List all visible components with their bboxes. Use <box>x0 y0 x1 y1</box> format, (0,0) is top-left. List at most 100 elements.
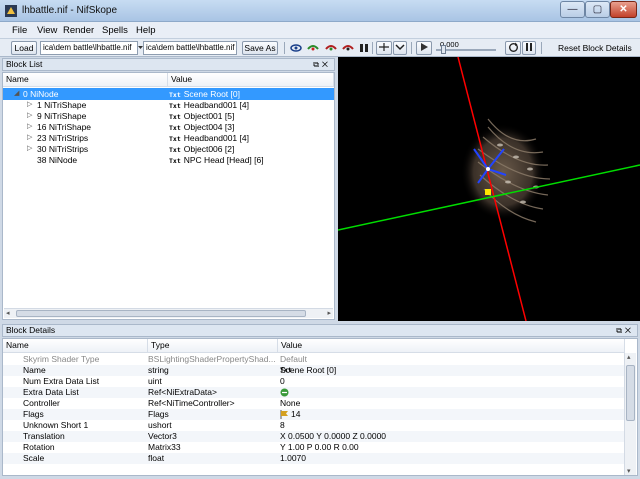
loop-icon <box>508 42 518 52</box>
load-button[interactable]: Load <box>11 41 37 55</box>
detail-value-text: 8 <box>280 420 285 430</box>
walk-mode-icon[interactable] <box>359 42 369 54</box>
close-button[interactable]: ✕ <box>610 1 637 18</box>
save-as-button[interactable]: Save As <box>242 41 278 55</box>
link-icon[interactable] <box>280 388 289 397</box>
detail-row[interactable]: Scale float 1.0070 <box>3 453 625 464</box>
toolbar-separator <box>372 42 373 54</box>
detail-value[interactable] <box>280 387 289 398</box>
dock-float-close-icon[interactable]: ⧉✕ <box>313 59 331 70</box>
detail-value-text: X 0.0500 Y 0.0000 Z 0.0000 <box>280 431 387 441</box>
detail-name: Rotation <box>23 442 55 452</box>
node-origin-marker <box>486 167 490 171</box>
detail-value[interactable]: 8 <box>280 420 285 431</box>
reset-block-details-button[interactable]: Reset Block Details <box>558 43 632 53</box>
detail-row[interactable]: Flags Flags 14 <box>3 409 625 420</box>
view-side-icon[interactable] <box>307 42 319 54</box>
detail-name: Skyrim Shader Type <box>23 354 100 364</box>
detail-row[interactable]: Rotation Matrix33 Y 1.00 P 0.00 R 0.00 <box>3 442 625 453</box>
detail-value[interactable]: Default <box>280 354 307 365</box>
save-path-input[interactable]: ica\dem battle\lhbattle.nif <box>143 41 237 55</box>
column-header-value[interactable]: Value <box>168 73 334 87</box>
block-value-text: Object004 [3] <box>183 122 235 132</box>
selected-node-marker[interactable] <box>485 189 491 195</box>
block-name: 38 NiNode <box>37 155 78 165</box>
detail-value[interactable]: None <box>280 398 300 409</box>
scroll-right-icon[interactable]: ▸ <box>327 309 331 317</box>
column-header-type[interactable]: Type <box>148 339 278 353</box>
block-value-text: NPC Head [Head] [6] <box>183 155 264 165</box>
string-type-icon: Txt <box>169 157 181 165</box>
string-type-icon: Txt <box>169 124 181 132</box>
detail-value[interactable]: 0 <box>280 376 285 387</box>
detail-row[interactable]: Name string Txt Scene Root [0] <box>3 365 625 376</box>
load-path-input[interactable]: ica\dem battle\lhbattle.nif <box>40 41 138 55</box>
detail-value-text: Y 1.00 P 0.00 R 0.00 <box>280 442 359 452</box>
loop-button[interactable] <box>505 41 521 55</box>
maximize-button[interactable]: ▢ <box>585 1 610 18</box>
string-type-icon: Txt <box>169 113 181 121</box>
detail-type: ushort <box>148 420 172 430</box>
column-header-name[interactable]: Name <box>3 73 168 87</box>
scroll-thumb[interactable] <box>16 310 306 317</box>
view-front-icon[interactable] <box>290 42 302 54</box>
horizontal-scrollbar[interactable]: ◂ ▸ <box>4 308 333 318</box>
scroll-down-icon[interactable]: ▾ <box>627 467 631 475</box>
detail-type: Flags <box>148 409 169 419</box>
pause-bars-icon <box>526 43 532 51</box>
detail-value[interactable]: X 0.0500 Y 0.0000 Z 0.0000 <box>280 431 386 442</box>
block-list-tree[interactable]: Name Value ◢ 0 NiNode Txt Scene Root [0] ▷ 1 … <box>2 72 335 320</box>
string-type-icon: Txt <box>169 102 181 110</box>
detail-type: Vector3 <box>148 431 177 441</box>
detail-type: uint <box>148 376 162 386</box>
block-details-title: Block Details <box>6 325 56 335</box>
column-header-name[interactable]: Name <box>3 339 148 353</box>
detail-value[interactable]: Txt Scene Root [0] <box>280 365 336 376</box>
minimize-button[interactable]: — <box>560 1 585 18</box>
string-type-icon: Txt <box>169 146 181 154</box>
chevron-down-icon <box>395 44 405 51</box>
detail-value-text: None <box>280 398 301 408</box>
window-title: lhbattle.nif - NifSkope <box>22 5 118 16</box>
scroll-up-icon[interactable]: ▴ <box>627 353 631 361</box>
detail-type: string <box>148 365 169 375</box>
menu-view[interactable]: View <box>37 25 57 36</box>
block-details-table[interactable]: Name Type Value Skyrim Shader Type BSLigh… <box>2 338 638 476</box>
detail-value[interactable]: Y 1.00 P 0.00 R 0.00 <box>280 442 359 453</box>
flags-icon[interactable] <box>280 410 289 420</box>
detail-type: BSLightingShaderPropertyShad... <box>148 354 276 364</box>
menu-file[interactable]: File <box>12 25 27 36</box>
view-top-icon[interactable] <box>325 42 337 54</box>
nifskope-app-icon <box>5 5 17 17</box>
block-list-header: Block List ⧉✕ <box>2 58 335 71</box>
detail-name: Translation <box>23 431 65 441</box>
render-options-button[interactable] <box>393 41 407 55</box>
column-header-value[interactable]: Value <box>278 339 625 353</box>
detail-row[interactable]: Skyrim Shader Type BSLightingShaderProper… <box>3 354 625 365</box>
detail-value[interactable]: 1.0070 <box>280 453 306 464</box>
menu-help[interactable]: Help <box>136 25 156 36</box>
detail-name: Unknown Short 1 <box>23 420 89 430</box>
detail-row[interactable]: Translation Vector3 X 0.0500 Y 0.0000 Z 0.… <box>3 431 625 442</box>
block-list-row[interactable]: 38 NiNode Txt NPC Head [Head] [6] <box>3 154 334 166</box>
detail-row[interactable]: Controller Ref<NiTimeController> None <box>3 398 625 409</box>
scroll-thumb[interactable] <box>626 365 635 421</box>
detail-value[interactable]: 14 <box>280 409 300 420</box>
axes-menu-button[interactable] <box>376 41 392 55</box>
vertical-scrollbar[interactable]: ▴ ▾ <box>624 353 636 475</box>
play-button[interactable] <box>416 41 432 55</box>
dock-float-close-icon[interactable]: ⧉✕ <box>616 325 634 336</box>
scroll-left-icon[interactable]: ◂ <box>6 309 10 317</box>
3d-viewport[interactable] <box>338 57 640 321</box>
detail-type: float <box>148 453 165 463</box>
animation-slider-thumb[interactable] <box>441 45 446 54</box>
switch-animation-button[interactable] <box>522 41 536 55</box>
menu-spells[interactable]: Spells <box>102 25 128 36</box>
detail-row[interactable]: Unknown Short 1 ushort 8 <box>3 420 625 431</box>
view-user-icon[interactable] <box>342 42 354 54</box>
toolbar: Load ica\dem battle\lhbattle.nif ica\dem… <box>0 39 640 57</box>
detail-row[interactable]: Extra Data List Ref<NiExtraData> <box>3 387 625 398</box>
menu-render[interactable]: Render <box>63 25 94 36</box>
detail-row[interactable]: Num Extra Data List uint 0 <box>3 376 625 387</box>
detail-name: Num Extra Data List <box>23 376 100 386</box>
